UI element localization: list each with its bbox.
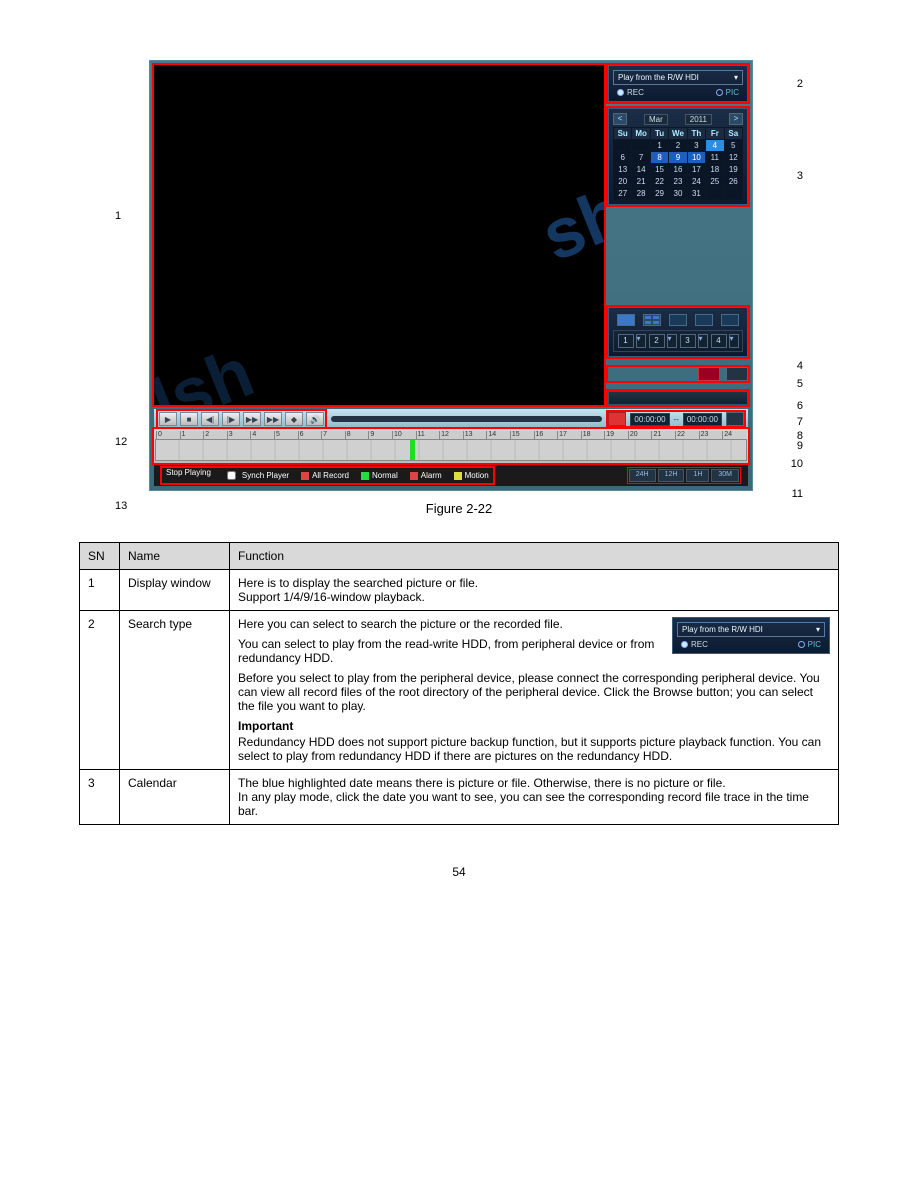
stop-button[interactable]: ■: [180, 412, 198, 426]
pic-radio[interactable]: PIC: [716, 88, 739, 97]
layout-1-icon[interactable]: [617, 314, 635, 326]
callout-6: 6: [797, 400, 803, 412]
figure-caption: Figure 2-22: [60, 501, 858, 516]
channel-select: 1 2 3 4: [613, 330, 743, 352]
table-row: 1 Display window Here is to display the …: [80, 570, 839, 611]
time-clip-panel: 00:00:00 -- 00:00:00: [608, 412, 744, 426]
clip-button[interactable]: [608, 412, 626, 426]
save-clip-button[interactable]: [726, 412, 744, 426]
sync-checkbox[interactable]: [227, 471, 236, 480]
card-button[interactable]: [698, 367, 720, 381]
card-usb-panel: [608, 367, 748, 381]
channel-4-dropdown[interactable]: [729, 334, 739, 348]
calendar-panel: < Mar 2011 > Su Mo Tu We Th: [608, 108, 748, 205]
year-select[interactable]: 2011: [685, 114, 712, 125]
timeline[interactable]: 0123456789101112131415161718192021222324: [154, 429, 748, 463]
watermark: alsh: [154, 332, 264, 405]
unit-12h[interactable]: 12H: [658, 469, 685, 482]
calendar-grid[interactable]: Su Mo Tu We Th Fr Sa 12345 6789101112 13…: [613, 127, 743, 200]
fast-button[interactable]: ▶▶: [264, 412, 282, 426]
next-month-button[interactable]: >: [729, 113, 743, 125]
play-source-label: Play from the R/W HDI: [618, 73, 699, 82]
play-button[interactable]: ▶: [159, 412, 177, 426]
time-unit-buttons: 24H 12H 1H 30M: [628, 468, 740, 483]
rec-radio[interactable]: REC: [617, 88, 644, 97]
timeline-marker: [410, 440, 415, 460]
callout-1: 1: [115, 210, 121, 222]
description-table: SN Name Function 1 Display window Here i…: [79, 542, 839, 825]
channel-1[interactable]: 1: [618, 334, 634, 348]
callout-5: 5: [797, 378, 803, 390]
th-function: Function: [230, 543, 839, 570]
layout-4-icon[interactable]: [643, 314, 661, 326]
status-legend-bar: Stop Playing Synch Player All Record Nor…: [154, 465, 748, 486]
smart-search-button[interactable]: ◆: [285, 412, 303, 426]
watermark: shive.c: [530, 113, 604, 276]
prev-month-button[interactable]: <: [613, 113, 627, 125]
unit-30m[interactable]: 30M: [711, 469, 739, 482]
callout-3: 3: [797, 170, 803, 182]
display-window[interactable]: shive.c alsh: [154, 65, 604, 405]
volume-button[interactable]: 🔊: [306, 412, 324, 426]
callout-13: 13: [115, 500, 127, 512]
cell-function: The blue highlighted date means there is…: [230, 770, 839, 825]
channel-3[interactable]: 3: [680, 334, 696, 348]
play-source-select[interactable]: Play from the R/W HDI ▾: [613, 70, 743, 85]
callout-12: 12: [115, 436, 127, 448]
channel-4[interactable]: 4: [711, 334, 727, 348]
cell-function: Play from the R/W HDI▾ REC PIC Here you …: [230, 611, 839, 770]
table-row: 2 Search type Play from the R/W HDI▾ REC…: [80, 611, 839, 770]
layout-16-icon[interactable]: [695, 314, 713, 326]
slow-button[interactable]: ▶▶: [243, 412, 261, 426]
progress-bar[interactable]: [331, 416, 602, 422]
channel-3-dropdown[interactable]: [698, 334, 708, 348]
channel-2-dropdown[interactable]: [667, 334, 677, 348]
callout-11: 11: [792, 488, 803, 500]
callout-7: 7: [797, 416, 803, 428]
th-name: Name: [120, 543, 230, 570]
callout-4: 4: [797, 360, 803, 372]
unit-24h[interactable]: 24H: [629, 469, 656, 482]
layout-channel-panel: 1 2 3 4: [608, 307, 748, 357]
channel-1-dropdown[interactable]: [636, 334, 646, 348]
prev-frame-button[interactable]: ◀|: [201, 412, 219, 426]
usb-button[interactable]: [726, 367, 748, 381]
page-number: 54: [60, 865, 858, 879]
status-text: Stop Playing: [166, 468, 211, 483]
mark-file-list-button[interactable]: [608, 391, 748, 405]
chevron-down-icon: ▾: [734, 73, 738, 82]
channel-2[interactable]: 2: [649, 334, 665, 348]
fullscreen-icon[interactable]: [721, 314, 739, 326]
unit-1h[interactable]: 1H: [686, 469, 709, 482]
callout-10: 10: [791, 458, 803, 470]
callout-2: 2: [797, 78, 803, 90]
layout-9-icon[interactable]: [669, 314, 687, 326]
table-row: 3 Calendar The blue highlighted date mea…: [80, 770, 839, 825]
clip-end-time: 00:00:00: [683, 413, 722, 426]
callout-9: 9: [797, 440, 803, 452]
next-frame-button[interactable]: |▶: [222, 412, 240, 426]
search-type-inline-image: Play from the R/W HDI▾ REC PIC: [672, 617, 830, 654]
search-type-panel: Play from the R/W HDI ▾ REC PIC: [608, 65, 748, 102]
playback-controls-bar: ▶ ■ ◀| |▶ ▶▶ ▶▶ ◆ 🔊 00:00:00 -- 0: [154, 409, 748, 429]
th-sn: SN: [80, 543, 120, 570]
month-select[interactable]: Mar: [644, 114, 668, 125]
clip-start-time: 00:00:00: [630, 413, 669, 426]
playback-window: shive.c alsh Play from the R/W HDI ▾ REC…: [149, 60, 753, 491]
cell-function: Here is to display the searched picture …: [230, 570, 839, 611]
